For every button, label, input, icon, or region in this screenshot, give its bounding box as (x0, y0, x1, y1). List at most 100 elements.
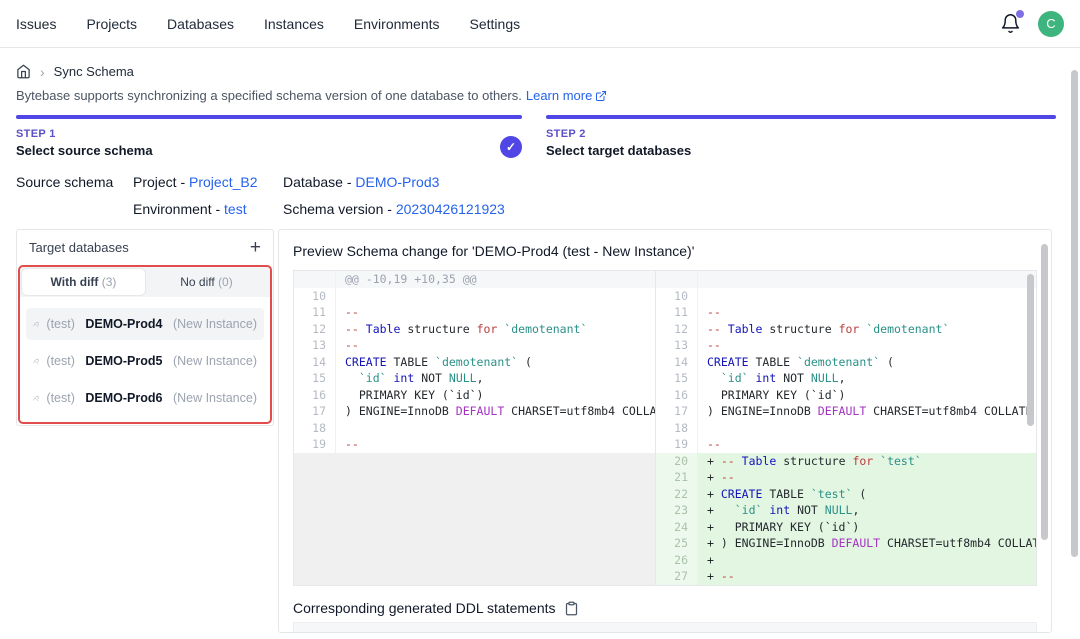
step-indicator: STEP 1Select source schema✓STEP 2Select … (0, 103, 1080, 158)
token: NULL (811, 371, 839, 385)
nav-right: C (1000, 11, 1064, 37)
line-number: 27 (656, 568, 698, 585)
source-field-database: Database - DEMO-Prod3 (283, 174, 505, 190)
item-suffix: (New Instance) (169, 317, 257, 331)
line-number: 24 (656, 519, 698, 536)
line-content: -- (698, 436, 1036, 453)
check-icon: ✓ (500, 136, 522, 158)
main-content: Target databases + With diff (3)No diff … (0, 217, 1080, 621)
tab-with-diff[interactable]: With diff (3) (22, 269, 145, 295)
mysql-dolphin-icon (33, 317, 39, 332)
line-content: -- (336, 304, 655, 321)
token: ) ENGINE=InnoDB (345, 404, 456, 418)
source-field-name: Database - (283, 174, 355, 190)
diff-scrollbar[interactable] (1027, 274, 1034, 426)
source-field-value-link[interactable]: 20230426121923 (396, 201, 505, 217)
learn-more-link[interactable]: Learn more (526, 88, 607, 103)
code-line: 24 + PRIMARY KEY (`id`) (656, 519, 1036, 536)
line-number-gutter (656, 271, 698, 288)
target-database-item[interactable]: (test) DEMO-Prod5 (New Instance) (26, 345, 264, 377)
added-prefix: + (707, 503, 721, 517)
code-line: 16 PRIMARY KEY (`id`) (656, 387, 1036, 404)
token: -- (345, 437, 359, 451)
line-number: 15 (294, 370, 336, 387)
line-content: -- Table structure for `demotenant` (336, 321, 655, 338)
token: int (769, 503, 790, 517)
breadcrumb-page: Sync Schema (54, 64, 134, 79)
line-number: 10 (294, 288, 336, 305)
source-field-name: Environment - (133, 201, 224, 217)
line-content: -- Table structure for `demotenant` (698, 321, 1036, 338)
token: for (839, 322, 860, 336)
target-panel-header: Target databases + (17, 230, 273, 265)
token: , (477, 371, 484, 385)
line-number: 12 (656, 321, 698, 338)
code-line: 16 PRIMARY KEY (`id`) (294, 387, 655, 404)
line-number: 11 (294, 304, 336, 321)
ddl-code-block (293, 622, 1037, 633)
panel-scrollbar[interactable] (1041, 244, 1048, 540)
added-prefix: + (707, 520, 721, 534)
target-database-item[interactable]: (test) DEMO-Prod4 (New Instance) (26, 308, 264, 340)
notification-bell-button[interactable] (1000, 13, 1022, 35)
nav-item-settings[interactable]: Settings (470, 16, 521, 32)
line-content: + `id` int NOT NULL, (698, 502, 1036, 519)
target-database-item[interactable]: (test) DEMO-Prod6 (New Instance) (26, 382, 264, 414)
code-line: 23+ `id` int NOT NULL, (656, 502, 1036, 519)
token: TABLE (762, 487, 810, 501)
token: -- (707, 437, 721, 451)
code-line: 10 (294, 288, 655, 305)
tab-no-diff[interactable]: No diff (0) (145, 269, 268, 295)
ddl-statements-label: Corresponding generated DDL statements (293, 600, 556, 616)
line-number: 25 (656, 535, 698, 552)
nav-item-instances[interactable]: Instances (264, 16, 324, 32)
copy-ddl-button[interactable] (564, 601, 579, 616)
code-line: 17) ENGINE=InnoDB DEFAULT CHARSET=utf8mb… (656, 403, 1036, 420)
token: , (852, 503, 859, 517)
hunk-header-text: @@ -10,19 +10,35 @@ (336, 271, 655, 288)
token: NULL (825, 503, 853, 517)
home-icon[interactable] (16, 64, 31, 79)
target-database-list: (test) DEMO-Prod4 (New Instance) (test) D… (20, 297, 270, 416)
line-content: + -- (698, 568, 1036, 585)
token: -- (707, 338, 721, 352)
token: for (477, 322, 498, 336)
token: structure (776, 454, 852, 468)
chevron-icon: › (40, 65, 45, 79)
line-number: 16 (656, 387, 698, 404)
preview-title: Preview Schema change for 'DEMO-Prod4 (t… (279, 230, 1051, 270)
token (387, 371, 394, 385)
line-number: 17 (656, 403, 698, 420)
line-content: -- (698, 337, 1036, 354)
nav-item-databases[interactable]: Databases (167, 16, 234, 32)
source-field-value-link[interactable]: DEMO-Prod3 (355, 174, 439, 190)
token: PRIMARY KEY (`id`) (721, 520, 859, 534)
line-number: 21 (656, 469, 698, 486)
item-database-name: DEMO-Prod5 (85, 354, 162, 368)
added-prefix: + (707, 454, 721, 468)
avatar[interactable]: C (1038, 11, 1064, 37)
source-field-value-link[interactable]: test (224, 201, 247, 217)
token: ( (518, 355, 532, 369)
code-line: 19 -- (294, 436, 655, 453)
nav-item-projects[interactable]: Projects (86, 16, 137, 32)
added-prefix: + (707, 536, 721, 550)
line-content: `id` int NOT NULL, (698, 370, 1036, 387)
add-target-button[interactable]: + (250, 238, 261, 257)
page-scrollbar[interactable] (1071, 70, 1078, 557)
line-content: -- (336, 436, 655, 453)
code-line: 14CREATE TABLE `demotenant` ( (656, 354, 1036, 371)
nav-item-issues[interactable]: Issues (16, 16, 56, 32)
line-number: 19 (656, 436, 698, 453)
source-field-value-link[interactable]: Project_B2 (189, 174, 257, 190)
token: `demotenant` (797, 355, 880, 369)
line-content: CREATE TABLE `demotenant` ( (698, 354, 1036, 371)
line-content: + -- (698, 469, 1036, 486)
line-number: 19 (294, 436, 336, 453)
line-number: 10 (656, 288, 698, 305)
source-field-environment: Environment - test (133, 201, 283, 217)
line-content: + (698, 552, 1036, 569)
diff-hunk-header (656, 271, 1036, 288)
nav-item-environments[interactable]: Environments (354, 16, 440, 32)
token: -- (345, 322, 366, 336)
